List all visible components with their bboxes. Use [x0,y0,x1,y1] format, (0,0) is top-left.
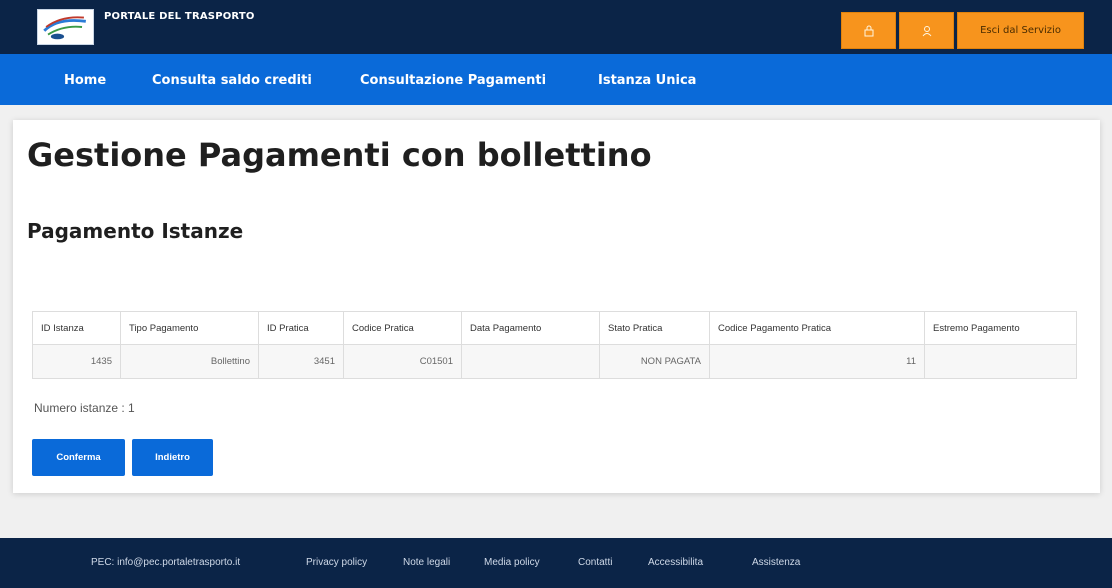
confirm-button[interactable]: Conferma [32,439,125,476]
section-title: Pagamento Istanze [27,219,244,243]
main-card: Gestione Pagamenti con bollettino Pagame… [13,120,1100,493]
footer-pec-link[interactable]: PEC: info@pec.portaletrasporto.it [91,557,240,568]
footer-media-policy-link[interactable]: Media policy [484,557,540,568]
nav-item-home[interactable]: Home [64,73,106,88]
user-button[interactable] [899,12,954,49]
column-header[interactable]: Codice Pagamento Pratica [709,311,925,345]
user-icon [922,25,931,36]
main-nav: Home Consulta saldo crediti Consultazion… [0,54,1112,105]
cell-stato-pratica: NON PAGATA [599,344,710,379]
column-header[interactable]: Estremo Pagamento [924,311,1077,345]
column-header[interactable]: Codice Pratica [343,311,462,345]
table-header-row: ID Istanza Tipo Pagamento ID Pratica Cod… [32,311,1077,345]
logo-icon [43,16,86,40]
footer-note-legali-link[interactable]: Note legali [403,557,450,568]
payments-table: ID Istanza Tipo Pagamento ID Pratica Cod… [32,311,1077,379]
column-header[interactable]: Stato Pratica [599,311,710,345]
cell-codice-pagamento: 11 [709,344,925,379]
nav-item-istanza-unica[interactable]: Istanza Unica [598,73,696,88]
column-header[interactable]: ID Pratica [258,311,344,345]
cell-tipo-pagamento: Bollettino [120,344,259,379]
instance-count: Numero istanze : 1 [34,401,135,415]
column-header[interactable]: Tipo Pagamento [120,311,259,345]
cell-id-istanza: 1435 [32,344,121,379]
cell-estremo-pagamento [924,344,1077,379]
logout-button[interactable]: Esci dal Servizio [957,12,1084,49]
lock-button[interactable] [841,12,896,49]
column-header[interactable]: Data Pagamento [461,311,600,345]
top-header: PORTALE DEL TRASPORTO Esci dal Servizio [0,0,1112,54]
table-row[interactable]: 1435 Bollettino 3451 C01501 NON PAGATA 1… [32,344,1077,379]
nav-item-consultazione-pagamenti[interactable]: Consultazione Pagamenti [360,73,546,88]
nav-item-consulta-saldo[interactable]: Consulta saldo crediti [152,73,312,88]
column-header[interactable]: ID Istanza [32,311,121,345]
footer-contatti-link[interactable]: Contatti [578,557,612,568]
portal-logo[interactable] [37,9,94,45]
footer-privacy-link[interactable]: Privacy policy [306,557,367,568]
footer-accessibilita-link[interactable]: Accessibilita [648,557,703,568]
cell-codice-pratica: C01501 [343,344,462,379]
brand-name: PORTALE DEL TRASPORTO [104,11,255,22]
footer: PEC: info@pec.portaletrasporto.it Privac… [0,538,1112,588]
page-title: Gestione Pagamenti con bollettino [27,136,652,174]
back-button[interactable]: Indietro [132,439,213,476]
cell-data-pagamento [461,344,600,379]
lock-icon [864,25,873,36]
cell-id-pratica: 3451 [258,344,344,379]
footer-assistenza-link[interactable]: Assistenza [752,557,800,568]
